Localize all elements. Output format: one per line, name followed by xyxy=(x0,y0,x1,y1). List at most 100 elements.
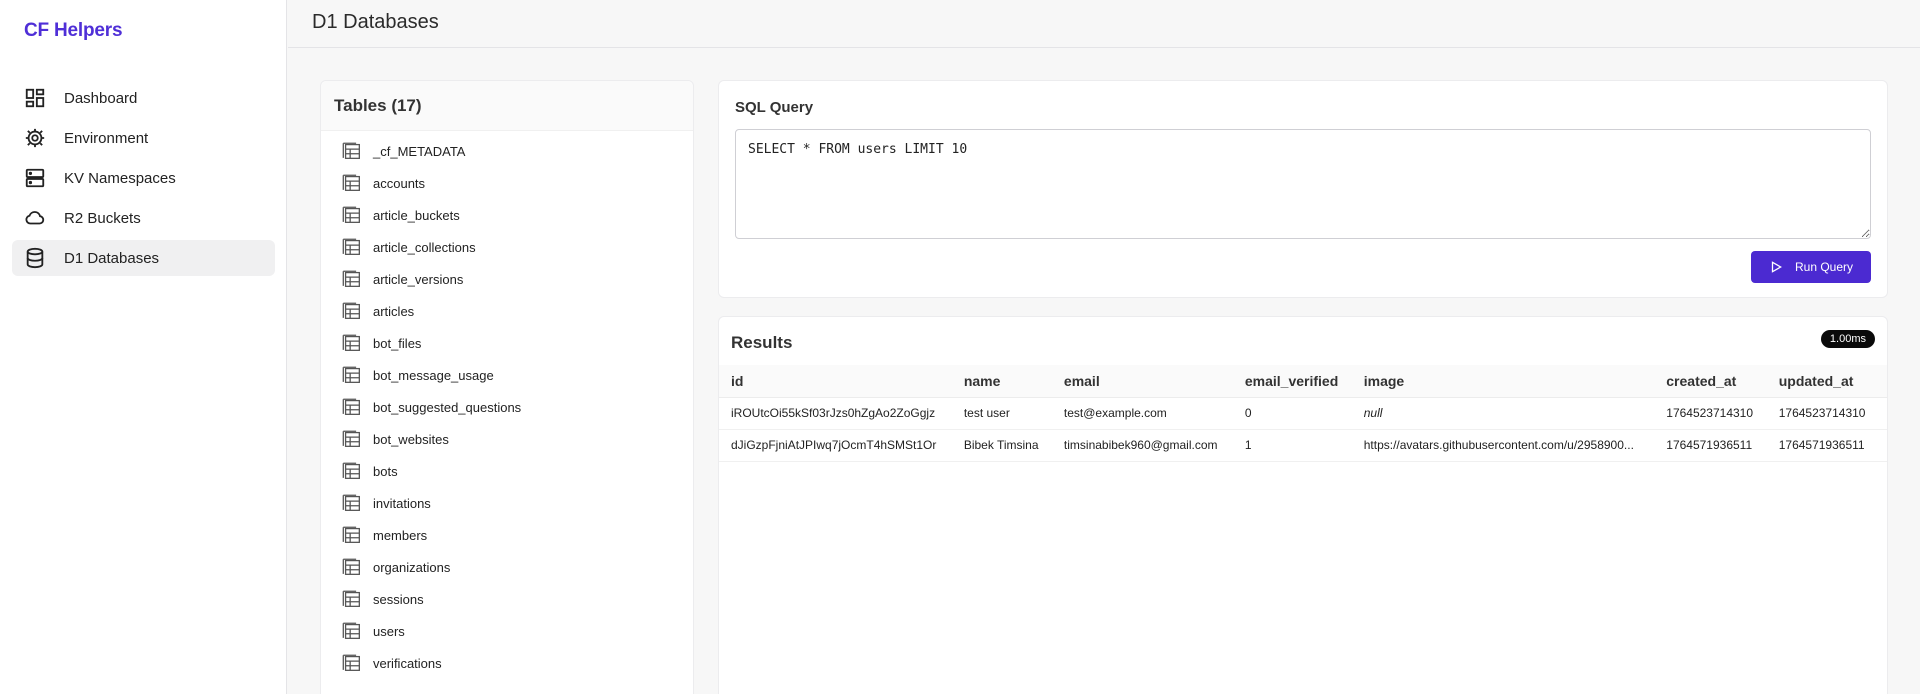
table-list-item-label: article_collections xyxy=(373,239,476,255)
table-list-item-label: article_versions xyxy=(373,271,464,287)
table-list-item[interactable]: article_versions xyxy=(321,263,693,295)
table-cell: 1764523714310 xyxy=(1766,397,1887,430)
table-icon xyxy=(342,430,360,447)
table-cell: dJiGzpFjniAtJPIwq7jOcmT4hSMSt1Or xyxy=(719,429,952,462)
sidebar-item-d1-databases[interactable]: D1 Databases xyxy=(12,240,275,276)
table-icon xyxy=(342,526,360,543)
table-cell: 1764523714310 xyxy=(1654,397,1767,430)
database-icon xyxy=(24,247,46,269)
table-list-item-label: sessions xyxy=(373,591,424,607)
table-cell: 0 xyxy=(1232,397,1352,430)
sidebar-item-label: Dashboard xyxy=(64,89,138,107)
table-icon xyxy=(342,654,360,671)
table-list-item[interactable]: bot_files xyxy=(321,327,693,359)
column-header[interactable]: created_at xyxy=(1654,365,1767,398)
table-cell: 1 xyxy=(1232,429,1352,462)
table-icon xyxy=(342,206,360,223)
table-list-item[interactable]: bot_message_usage xyxy=(321,359,693,391)
column-header[interactable]: id xyxy=(719,365,952,398)
table-cell: iROUtcOi55kSf03rJzs0hZgAo2ZoGgjz xyxy=(719,397,952,430)
dashboard-icon xyxy=(24,87,46,109)
brand-logo[interactable]: CF Helpers xyxy=(24,20,123,42)
table-row[interactable]: dJiGzpFjniAtJPIwq7jOcmT4hSMSt1Or Bibek T… xyxy=(719,429,1887,462)
sidebar-item-label: Environment xyxy=(64,129,149,147)
table-list-item[interactable]: users xyxy=(321,615,693,647)
table-cell: Bibek Timsina xyxy=(951,429,1052,462)
server-icon xyxy=(24,167,46,189)
table-cell: timsinabibek960@gmail.com xyxy=(1051,429,1233,462)
table-list-item-label: members xyxy=(373,527,428,543)
table-list-item[interactable]: organizations xyxy=(321,551,693,583)
column-header[interactable]: updated_at xyxy=(1766,365,1887,398)
table-icon xyxy=(342,142,360,159)
table-icon xyxy=(342,558,360,575)
table-list-item[interactable]: invitations xyxy=(321,487,693,519)
table-list-item-label: bots xyxy=(373,463,398,479)
table-list-item-label: organizations xyxy=(373,559,451,575)
sidebar-item-dashboard[interactable]: Dashboard xyxy=(12,80,275,116)
table-list-item[interactable]: bot_websites xyxy=(321,423,693,455)
timing-badge: 1.00ms xyxy=(1820,330,1875,348)
results-panel: Results 1.00ms id name email email_verif… xyxy=(718,316,1888,694)
table-list-item[interactable]: accounts xyxy=(321,167,693,199)
table-icon xyxy=(342,238,360,255)
table-cell: https://avatars.githubusercontent.com/u/… xyxy=(1351,429,1655,462)
table-cell: null xyxy=(1351,397,1655,430)
column-header[interactable]: email_verified xyxy=(1232,365,1352,398)
results-title: Results xyxy=(731,333,793,352)
sidebar: CF Helpers Dashboard Environment KV Name… xyxy=(0,0,287,694)
table-icon xyxy=(342,590,360,607)
table-cell: 1764571936511 xyxy=(1766,429,1887,462)
sidebar-item-kv-namespaces[interactable]: KV Namespaces xyxy=(12,160,275,196)
sql-query-label: SQL Query xyxy=(735,99,814,116)
sidebar-item-label: D1 Databases xyxy=(64,249,160,267)
table-icon xyxy=(342,494,360,511)
sql-query-input[interactable]: SELECT * FROM users LIMIT 10 xyxy=(735,129,1871,239)
table-list-item-label: bot_files xyxy=(373,335,422,351)
table-list-item-label: accounts xyxy=(373,175,426,191)
table-list-item-label: users xyxy=(373,623,405,639)
table-list-item[interactable]: members xyxy=(321,519,693,551)
table-icon xyxy=(342,334,360,351)
table-list-item-label: _cf_METADATA xyxy=(373,143,466,159)
play-icon xyxy=(1771,261,1782,273)
table-header-row: id name email email_verified image creat… xyxy=(719,365,1887,398)
results-table: id name email email_verified image creat… xyxy=(719,365,1887,462)
table-list-item-label: bot_suggested_questions xyxy=(373,399,522,415)
table-cell: test user xyxy=(951,397,1052,430)
table-icon xyxy=(342,302,360,319)
table-list-item[interactable]: bots xyxy=(321,455,693,487)
sidebar-item-label: KV Namespaces xyxy=(64,169,176,187)
sidebar-nav: Dashboard Environment KV Namespaces R2 B… xyxy=(12,80,275,280)
tables-heading: Tables (17) xyxy=(321,81,693,131)
tables-panel: Tables (17) _cf_METADATA accounts article_… xyxy=(320,80,694,694)
run-query-button[interactable]: Run Query xyxy=(1751,251,1871,283)
table-icon xyxy=(342,622,360,639)
table-icon xyxy=(342,174,360,191)
table-list-item[interactable]: article_buckets xyxy=(321,199,693,231)
table-list-item[interactable]: verifications xyxy=(321,647,693,679)
column-header[interactable]: name xyxy=(951,365,1052,398)
table-list-item[interactable]: bot_suggested_questions xyxy=(321,391,693,423)
table-list-item-label: bot_websites xyxy=(373,431,449,447)
table-list-item[interactable]: sessions xyxy=(321,583,693,615)
table-list-item-label: bot_message_usage xyxy=(373,367,494,383)
table-list-item-label: articles xyxy=(373,303,415,319)
page-title: D1 Databases xyxy=(312,11,439,33)
table-list-item[interactable]: _cf_METADATA xyxy=(321,135,693,167)
table-list-item[interactable]: articles xyxy=(321,295,693,327)
table-list: _cf_METADATA accounts article_bucketsartic… xyxy=(321,131,693,679)
table-list-item-label: article_buckets xyxy=(373,207,460,223)
table-icon xyxy=(342,462,360,479)
sidebar-item-r2-buckets[interactable]: R2 Buckets xyxy=(12,200,275,236)
sql-query-panel: SQL Query SELECT * FROM users LIMIT 10 R… xyxy=(718,80,1888,298)
table-cell: 1764571936511 xyxy=(1654,429,1767,462)
sidebar-item-environment[interactable]: Environment xyxy=(12,120,275,156)
gear-icon xyxy=(24,127,46,149)
column-header[interactable]: image xyxy=(1351,365,1655,398)
column-header[interactable]: email xyxy=(1051,365,1233,398)
run-query-label: Run Query xyxy=(1794,260,1854,274)
table-row[interactable]: iROUtcOi55kSf03rJzs0hZgAo2ZoGgjz test us… xyxy=(719,397,1887,430)
cloud-icon xyxy=(24,207,46,229)
table-list-item[interactable]: article_collections xyxy=(321,231,693,263)
